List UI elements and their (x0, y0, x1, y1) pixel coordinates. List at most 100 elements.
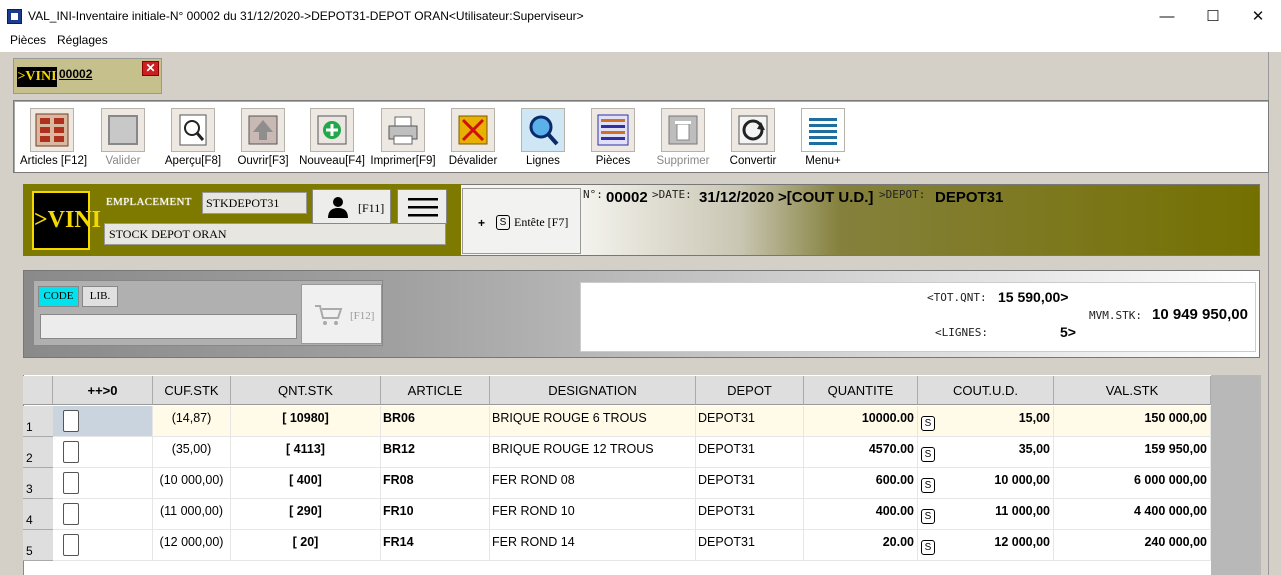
cell-quantite[interactable]: 4570.00 (804, 437, 918, 468)
cell-cout-ud[interactable]: 35,00 (918, 437, 1054, 468)
tab-close-icon[interactable]: ✕ (142, 61, 159, 76)
cell-qnt-stk[interactable]: [ 4113] (231, 437, 381, 468)
search-input[interactable] (40, 314, 297, 339)
cell-cout-ud[interactable]: 10 000,00 (918, 468, 1054, 499)
cell-depot[interactable]: DEPOT31 (696, 530, 804, 561)
cell-cuf-stk[interactable]: (11 000,00) (153, 499, 231, 530)
cell-val-stk[interactable]: 150 000,00 (1054, 406, 1211, 437)
col-header-qnt-stk[interactable]: QNT.STK (231, 376, 381, 405)
col-header-val-stk[interactable]: VAL.STK (1054, 376, 1211, 405)
cell-cout-ud[interactable]: 11 000,00 (918, 499, 1054, 530)
cell-article[interactable]: BR06 (381, 406, 490, 437)
cell-article[interactable]: FR10 (381, 499, 490, 530)
row-number[interactable]: 2 (23, 437, 53, 468)
col-header-depot[interactable]: DEPOT (696, 376, 804, 405)
row-checkbox[interactable] (63, 472, 79, 494)
row-number[interactable]: 4 (23, 499, 53, 530)
cost-s-icon[interactable]: S (921, 416, 935, 431)
cart-icon (314, 303, 344, 330)
cell-designation[interactable]: FER ROND 08 (490, 468, 696, 499)
cell-cuf-stk[interactable]: (12 000,00) (153, 530, 231, 561)
col-header-cout-ud[interactable]: COUT.U.D. (918, 376, 1054, 405)
maximize-button[interactable]: ☐ (1190, 0, 1236, 32)
cell-quantite[interactable]: 400.00 (804, 499, 918, 530)
validate-button[interactable]: Valider (92, 106, 154, 170)
cell-depot[interactable]: DEPOT31 (696, 499, 804, 530)
row-number[interactable]: 3 (23, 468, 53, 499)
row-checkbox[interactable] (63, 503, 79, 525)
cell-select[interactable] (53, 468, 153, 499)
row-checkbox[interactable] (63, 534, 79, 556)
cell-designation[interactable]: BRIQUE ROUGE 12 TROUS (490, 437, 696, 468)
cell-depot[interactable]: DEPOT31 (696, 437, 804, 468)
cell-quantite[interactable]: 600.00 (804, 468, 918, 499)
entete-button[interactable]: + S Entête [F7] (462, 188, 581, 254)
delete-button[interactable]: Supprimer (652, 106, 714, 170)
col-header-quantite[interactable]: QUANTITE (804, 376, 918, 405)
tab-label[interactable]: 00002 (59, 67, 92, 81)
row-checkbox[interactable] (63, 441, 79, 463)
cell-quantite[interactable]: 20.00 (804, 530, 918, 561)
cell-val-stk[interactable]: 6 000 000,00 (1054, 468, 1211, 499)
cell-article[interactable]: FR14 (381, 530, 490, 561)
menu-plus-button[interactable]: Menu+ (792, 106, 854, 170)
cost-s-icon[interactable]: S (921, 447, 935, 462)
cell-val-stk[interactable]: 4 400 000,00 (1054, 499, 1211, 530)
cell-article[interactable]: FR08 (381, 468, 490, 499)
location-name-field[interactable]: STOCK DEPOT ORAN (104, 223, 446, 245)
cost-s-icon[interactable]: S (921, 509, 935, 524)
col-header-article[interactable]: ARTICLE (381, 376, 490, 405)
close-button[interactable]: ✕ (1235, 0, 1281, 32)
cell-cuf-stk[interactable]: (14,87) (153, 406, 231, 437)
cell-select[interactable] (53, 437, 153, 468)
cell-val-stk[interactable]: 240 000,00 (1054, 530, 1211, 561)
devalidate-button[interactable]: Dévalider (442, 106, 504, 170)
cell-article[interactable]: BR12 (381, 437, 490, 468)
user-button[interactable]: [F11] (312, 189, 391, 224)
col-header-filter[interactable]: ++>0 (53, 376, 153, 405)
lines-button[interactable]: Lignes (512, 106, 574, 170)
location-menu-button[interactable] (397, 189, 447, 224)
cell-qnt-stk[interactable]: [ 10980] (231, 406, 381, 437)
convert-button[interactable]: Convertir (722, 106, 784, 170)
search-by-code-button[interactable]: CODE (38, 286, 79, 307)
cell-qnt-stk[interactable]: [ 400] (231, 468, 381, 499)
col-header-designation[interactable]: DESIGNATION (490, 376, 696, 405)
cell-qnt-stk[interactable]: [ 20] (231, 530, 381, 561)
cell-cout-ud[interactable]: 12 000,00 (918, 530, 1054, 561)
open-button[interactable]: Ouvrir[F3] (232, 106, 294, 170)
row-number[interactable]: 5 (23, 530, 53, 561)
print-button[interactable]: Imprimer[F9] (370, 106, 436, 170)
cell-select[interactable] (53, 406, 153, 437)
new-button[interactable]: Nouveau[F4] (298, 106, 366, 170)
cell-depot[interactable]: DEPOT31 (696, 468, 804, 499)
cost-s-icon[interactable]: S (921, 478, 935, 493)
articles-button[interactable]: Articles [F12] (20, 106, 87, 170)
minimize-button[interactable]: — (1144, 0, 1190, 32)
menu-reglages[interactable]: Réglages (57, 33, 108, 47)
cell-select[interactable] (53, 530, 153, 561)
location-code-field[interactable]: STKDEPOT31 (202, 192, 307, 214)
document-tab[interactable]: >VINI 00002 ✕ (13, 58, 162, 94)
cell-depot[interactable]: DEPOT31 (696, 406, 804, 437)
cell-quantite[interactable]: 10000.00 (804, 406, 918, 437)
cell-select[interactable] (53, 499, 153, 530)
search-by-label-button[interactable]: LIB. (82, 286, 118, 307)
preview-button[interactable]: Aperçu[F8] (162, 106, 224, 170)
cell-cout-ud[interactable]: 15,00 (918, 406, 1054, 437)
row-number[interactable]: 1 (23, 406, 53, 437)
pieces-button[interactable]: Pièces (582, 106, 644, 170)
cell-val-stk[interactable]: 159 950,00 (1054, 437, 1211, 468)
cell-cuf-stk[interactable]: (35,00) (153, 437, 231, 468)
doc-number-value: 00002 (606, 189, 648, 206)
row-checkbox[interactable] (63, 410, 79, 432)
cell-qnt-stk[interactable]: [ 290] (231, 499, 381, 530)
cell-designation[interactable]: FER ROND 14 (490, 530, 696, 561)
add-to-cart-button[interactable]: [F12] (301, 284, 382, 344)
menu-pieces[interactable]: Pièces (10, 33, 46, 47)
cell-designation[interactable]: BRIQUE ROUGE 6 TROUS (490, 406, 696, 437)
cell-designation[interactable]: FER ROND 10 (490, 499, 696, 530)
cost-s-icon[interactable]: S (921, 540, 935, 555)
cell-cuf-stk[interactable]: (10 000,00) (153, 468, 231, 499)
col-header-cuf-stk[interactable]: CUF.STK (153, 376, 231, 405)
